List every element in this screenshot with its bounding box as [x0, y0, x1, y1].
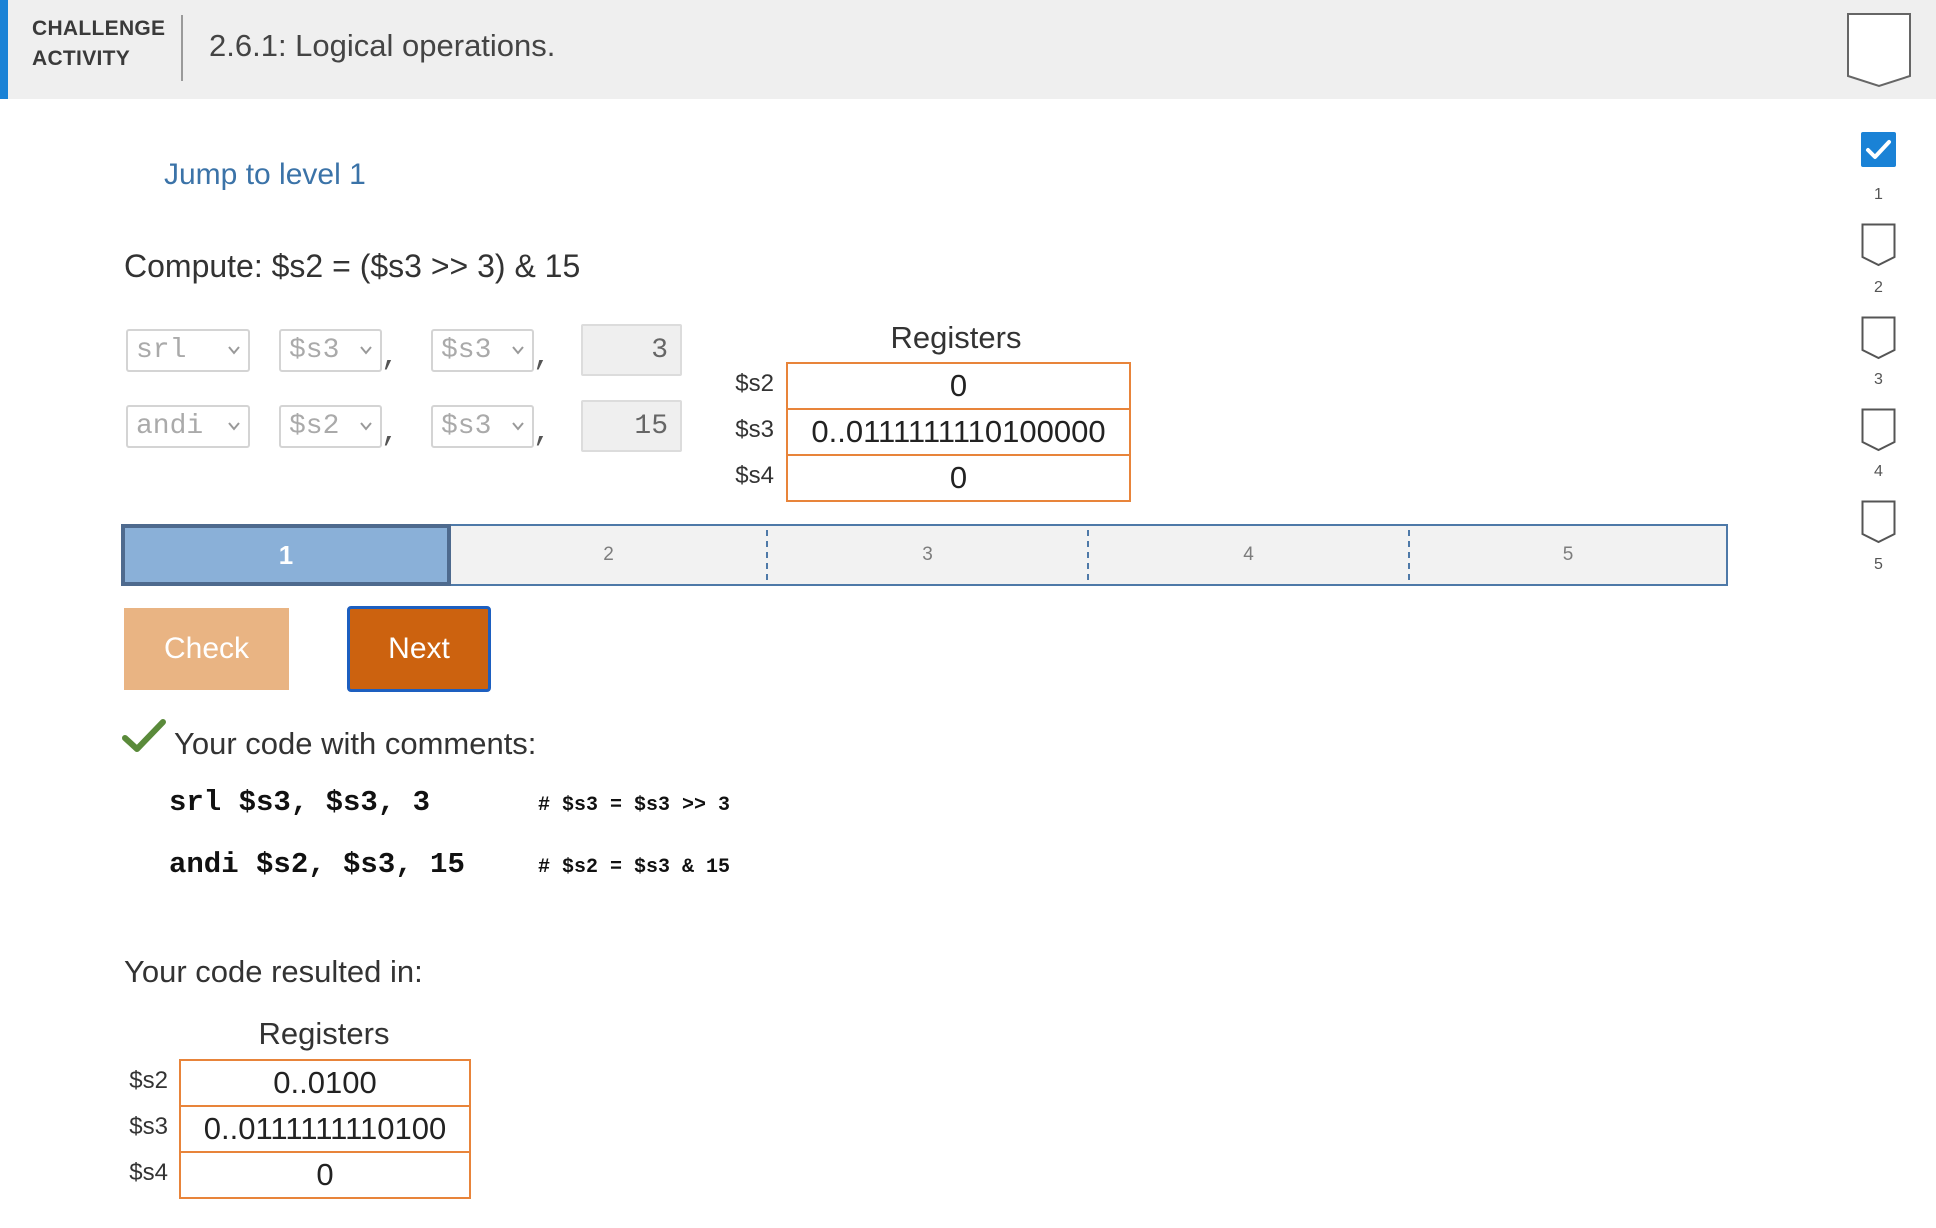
chevron-down-icon — [512, 422, 524, 431]
rd-select-2-value: $s2 — [289, 411, 340, 442]
code-line-1: srl $s3, $s3, 3 — [169, 786, 431, 819]
progress-level-1[interactable]: 1 — [121, 524, 451, 586]
result-heading: Your code resulted in: — [124, 954, 423, 989]
side-level-number-2: 2 — [1874, 279, 1883, 296]
result-register-value-s2: 0..0100 — [179, 1059, 471, 1107]
activity-type-label: CHALLENGE ACTIVITY — [32, 14, 165, 74]
imm-field-2[interactable]: 15 — [581, 400, 682, 452]
header-separator — [181, 15, 183, 81]
progress-level-4[interactable]: 4 — [1089, 526, 1408, 584]
chevron-down-icon — [360, 346, 372, 355]
activity-type-line2: ACTIVITY — [32, 47, 131, 70]
level-2-badge-icon[interactable] — [1861, 223, 1896, 267]
comma-separator: , — [381, 416, 400, 450]
progress-level-5[interactable]: 5 — [1410, 526, 1726, 584]
code-comment-2: # $s2 = $s3 & 15 — [538, 856, 731, 879]
register-label-s4: $s4 — [735, 462, 774, 489]
chevron-down-icon — [228, 422, 240, 431]
chevron-down-icon — [360, 422, 372, 431]
rd-select-1-value: $s3 — [289, 335, 340, 366]
progress-level-3[interactable]: 3 — [768, 526, 1087, 584]
result-register-value-s3: 0..0111111110100 — [179, 1105, 471, 1153]
comma-separator: , — [533, 416, 552, 450]
result-register-value-s4: 0 — [179, 1151, 471, 1199]
next-button[interactable]: Next — [347, 606, 491, 692]
result-register-label-s2: $s2 — [129, 1067, 168, 1094]
code-comments-heading: Your code with comments: — [174, 726, 537, 761]
side-level-number-1: 1 — [1874, 186, 1883, 203]
checkmark-icon — [122, 719, 166, 752]
activity-title: 2.6.1: Logical operations. — [209, 28, 556, 63]
op-select-2[interactable]: andi — [126, 405, 250, 448]
rs-select-2-value: $s3 — [441, 411, 492, 442]
register-label-s2: $s2 — [735, 370, 774, 397]
op-select-1[interactable]: srl — [126, 329, 250, 372]
register-value-s2: 0 — [786, 362, 1131, 410]
code-line-2: andi $s2, $s3, 15 — [169, 848, 465, 881]
op-select-2-value: andi — [136, 411, 204, 442]
level-4-badge-icon[interactable] — [1861, 408, 1896, 452]
comma-separator: , — [533, 340, 552, 374]
level-3-badge-icon[interactable] — [1861, 316, 1896, 360]
registers-title: Registers — [890, 320, 1022, 355]
rs-select-2[interactable]: $s3 — [431, 405, 534, 448]
rd-select-1[interactable]: $s3 — [279, 329, 382, 372]
progress-level-2[interactable]: 2 — [451, 526, 766, 584]
register-value-s4: 0 — [786, 454, 1131, 502]
chevron-down-icon — [512, 346, 524, 355]
level-5-badge-icon[interactable] — [1861, 500, 1896, 544]
imm-field-1[interactable]: 3 — [581, 324, 682, 376]
check-button[interactable]: Check — [124, 608, 289, 690]
activity-type-line1: CHALLENGE — [32, 17, 166, 40]
side-level-number-5: 5 — [1874, 556, 1883, 573]
comma-separator: , — [381, 340, 400, 374]
jump-to-level-link[interactable]: Jump to level 1 — [164, 158, 366, 192]
compute-prompt: Compute: $s2 = ($s3 >> 3) & 15 — [124, 248, 581, 284]
header-accent-bar — [0, 0, 8, 99]
rs-select-1[interactable]: $s3 — [431, 329, 534, 372]
rs-select-1-value: $s3 — [441, 335, 492, 366]
result-registers-title: Registers — [258, 1016, 390, 1051]
code-comment-1: # $s3 = $s3 >> 3 — [538, 794, 731, 817]
chevron-down-icon — [228, 346, 240, 355]
level-1-completed-icon[interactable] — [1861, 132, 1896, 167]
result-register-label-s4: $s4 — [129, 1159, 168, 1186]
register-label-s3: $s3 — [735, 416, 774, 443]
side-level-number-4: 4 — [1874, 463, 1883, 480]
rd-select-2[interactable]: $s2 — [279, 405, 382, 448]
register-value-s3: 0..0111111110100000 — [786, 408, 1131, 456]
result-register-label-s3: $s3 — [129, 1113, 168, 1140]
side-level-number-3: 3 — [1874, 371, 1883, 388]
level-progress-bar: 1 2 3 4 5 — [121, 524, 1728, 586]
op-select-1-value: srl — [136, 335, 187, 366]
completion-badge-icon — [1847, 13, 1911, 88]
